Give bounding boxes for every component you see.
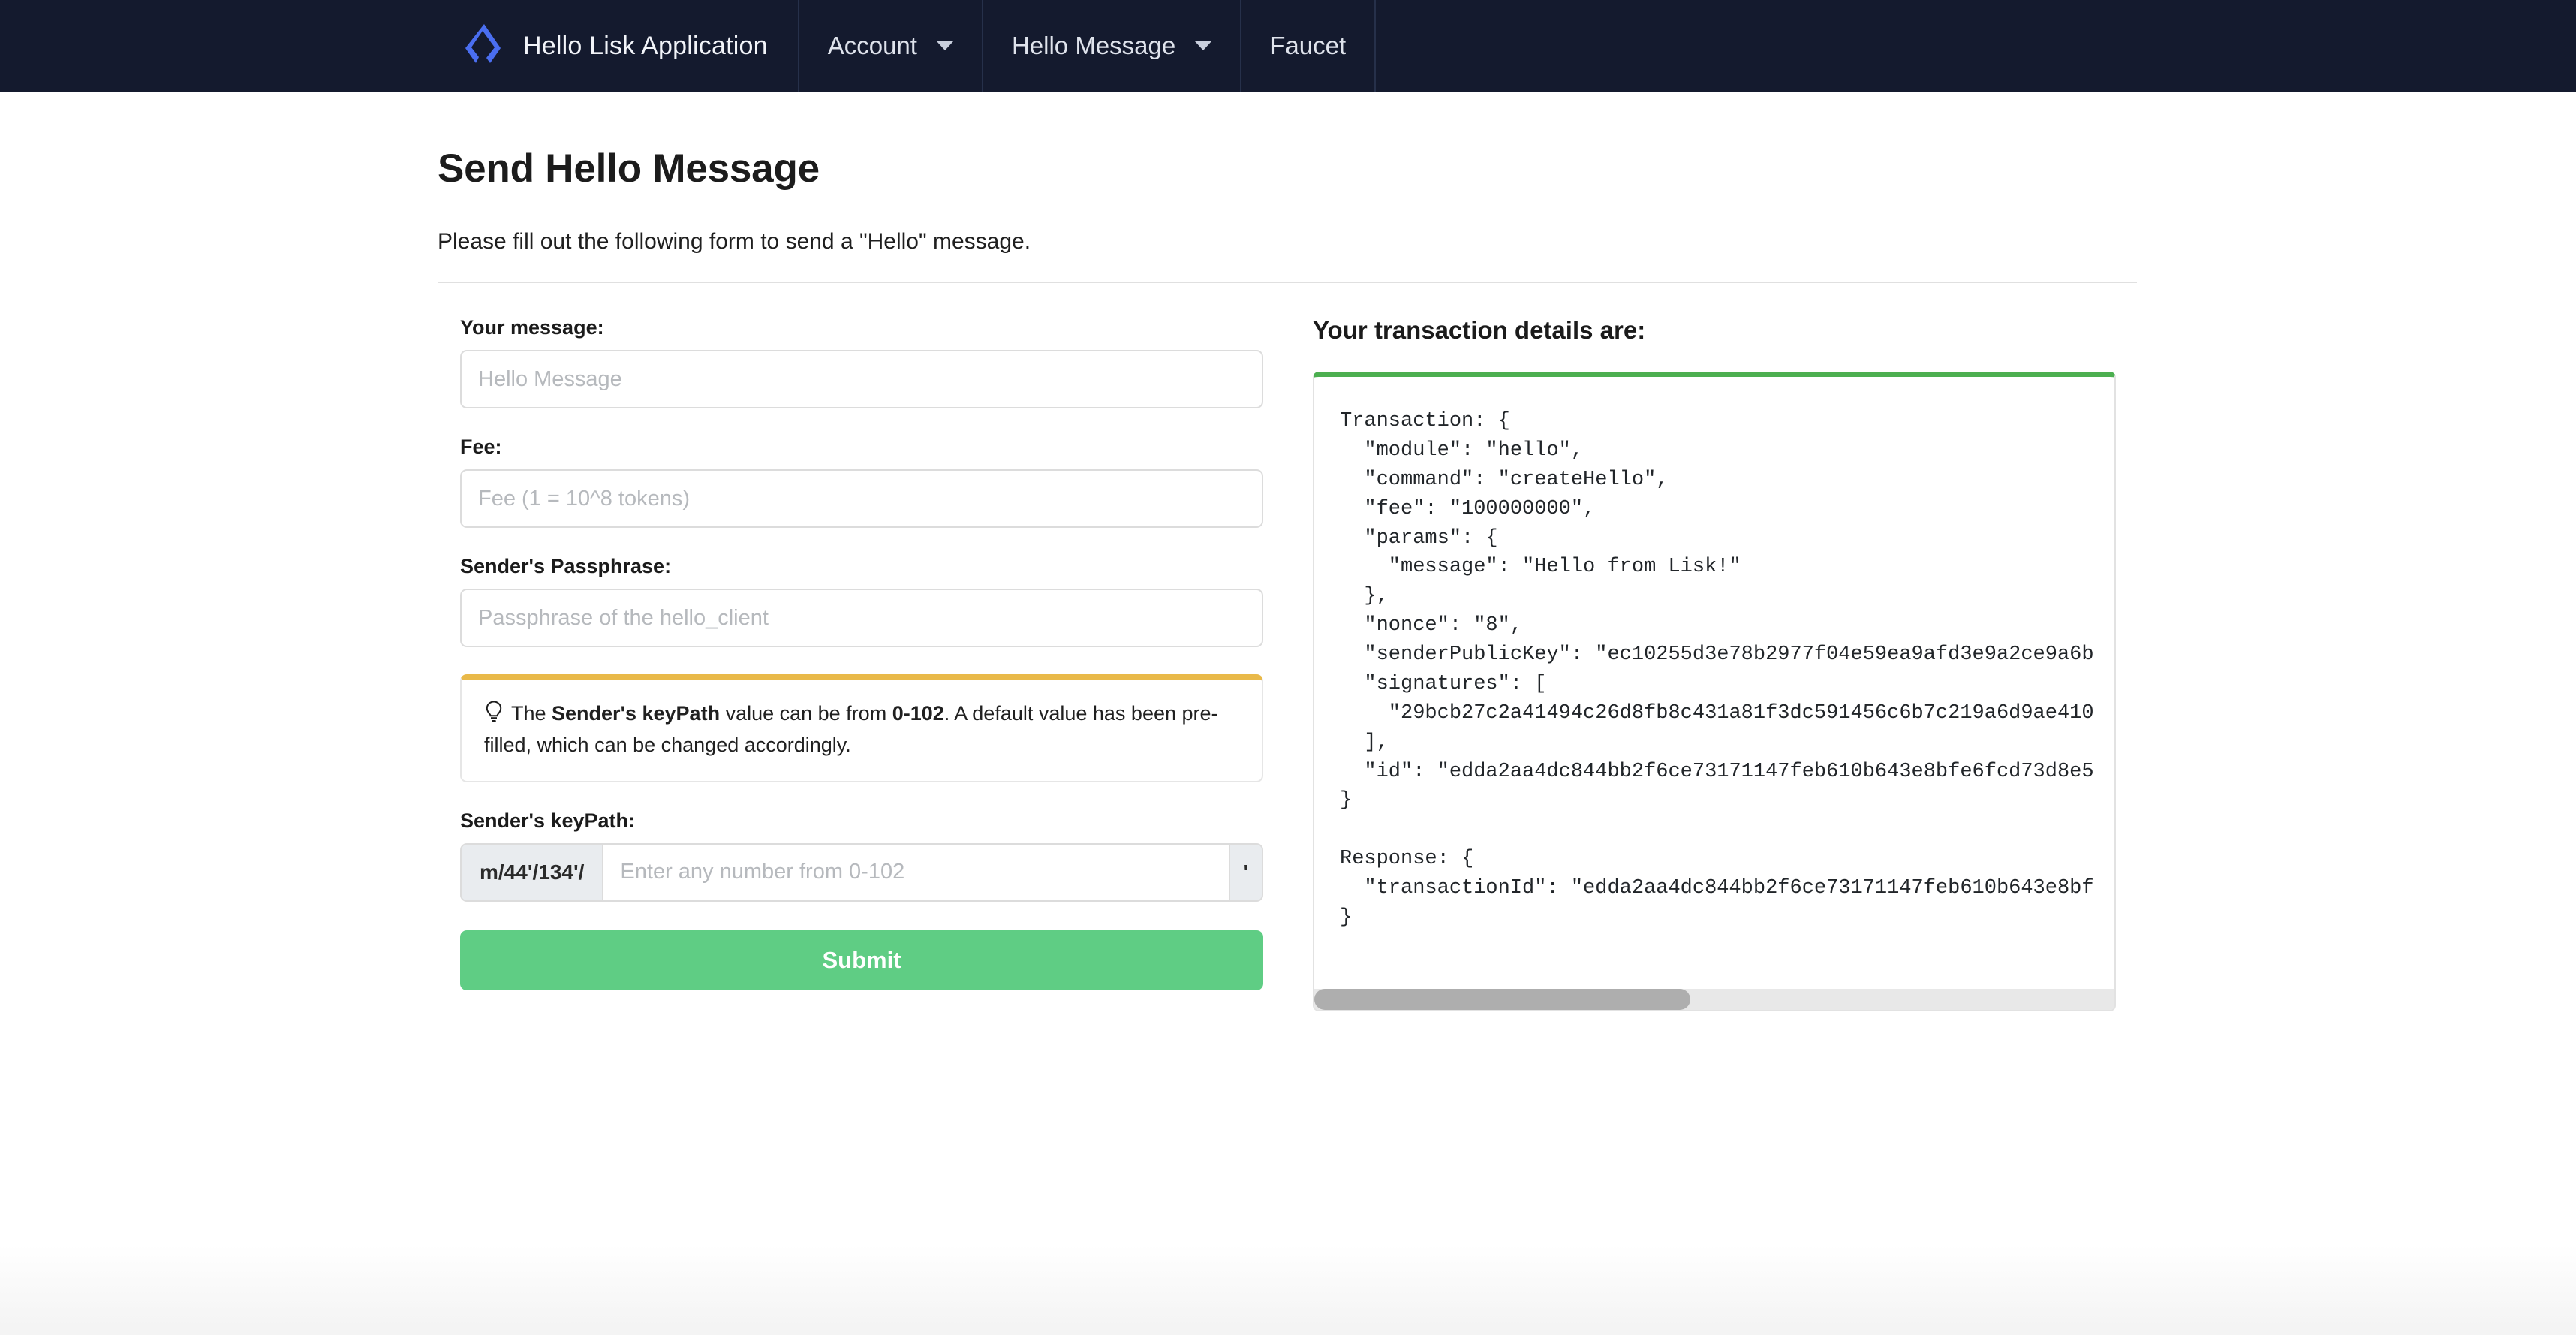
field-fee: Fee: — [460, 435, 1278, 528]
navbar-right-spacer — [1376, 0, 2576, 92]
passphrase-label: Sender's Passphrase: — [460, 555, 1278, 578]
nav-item-account-label: Account — [828, 32, 917, 60]
content-divider — [438, 282, 2137, 283]
nav-item-faucet[interactable]: Faucet — [1241, 0, 1376, 92]
keypath-suffix: ' — [1230, 843, 1263, 902]
top-navbar: Hello Lisk Application Account Hello Mes… — [0, 0, 2576, 92]
nav-item-faucet-label: Faucet — [1270, 32, 1346, 60]
field-passphrase: Sender's Passphrase: — [460, 555, 1278, 647]
nav-item-hello-message[interactable]: Hello Message — [983, 0, 1241, 92]
fee-label: Fee: — [460, 435, 1278, 459]
field-message: Your message: — [460, 316, 1278, 408]
chevron-down-icon — [1195, 41, 1211, 50]
scrollbar-thumb[interactable] — [1314, 989, 1690, 1010]
passphrase-input[interactable] — [460, 589, 1263, 647]
two-column-layout: Your message: Fee: Sender's Passphrase: — [438, 316, 2137, 1011]
page-body: Send Hello Message Please fill out the f… — [0, 92, 2576, 1011]
transaction-horizontal-scrollbar[interactable] — [1314, 989, 2114, 1010]
nav-item-hello-message-label: Hello Message — [1012, 32, 1175, 60]
navbar-brand-label: Hello Lisk Application — [523, 32, 768, 61]
message-input[interactable] — [460, 350, 1263, 408]
app-root: Hello Lisk Application Account Hello Mes… — [0, 0, 2576, 1335]
form-column: Your message: Fee: Sender's Passphrase: — [438, 316, 1278, 1011]
chevron-down-icon — [937, 41, 953, 50]
fee-input[interactable] — [460, 469, 1263, 528]
lightbulb-icon — [484, 701, 504, 731]
page-title: Send Hello Message — [438, 146, 2137, 191]
keypath-prefix: m/44'/134'/ — [460, 843, 602, 902]
keypath-hint-alert: The Sender's keyPath value can be from 0… — [460, 674, 1263, 782]
hint-bold-keypath: Sender's keyPath — [552, 702, 720, 725]
keypath-input-group: m/44'/134'/ ' — [460, 843, 1263, 902]
nav-item-account[interactable]: Account — [799, 0, 983, 92]
hint-text-2: value can be from — [720, 702, 892, 725]
transaction-heading: Your transaction details are: — [1313, 316, 2137, 345]
message-label: Your message: — [460, 316, 1278, 339]
transaction-column: Your transaction details are: Transactio… — [1278, 316, 2137, 1011]
keypath-input[interactable] — [602, 843, 1230, 902]
content-container: Send Hello Message Please fill out the f… — [438, 92, 2137, 1011]
keypath-hint-text: The Sender's keyPath value can be from 0… — [484, 699, 1239, 760]
page-subtitle: Please fill out the following form to se… — [438, 229, 2137, 255]
lisk-logo-icon — [462, 23, 504, 69]
submit-button[interactable]: Submit — [460, 930, 1263, 990]
navbar-left-spacer — [0, 0, 438, 92]
navbar-brand[interactable]: Hello Lisk Application — [438, 0, 799, 92]
keypath-label: Sender's keyPath: — [460, 809, 1278, 833]
field-keypath: Sender's keyPath: m/44'/134'/ ' — [460, 809, 1278, 902]
window-bottom-shadow — [0, 1245, 2576, 1335]
hint-text-1: The — [511, 702, 552, 725]
transaction-json: Transaction: { "module": "hello", "comma… — [1314, 377, 2114, 955]
hint-bold-range: 0-102 — [892, 702, 944, 725]
transaction-details-panel: Transaction: { "module": "hello", "comma… — [1313, 372, 2116, 1011]
